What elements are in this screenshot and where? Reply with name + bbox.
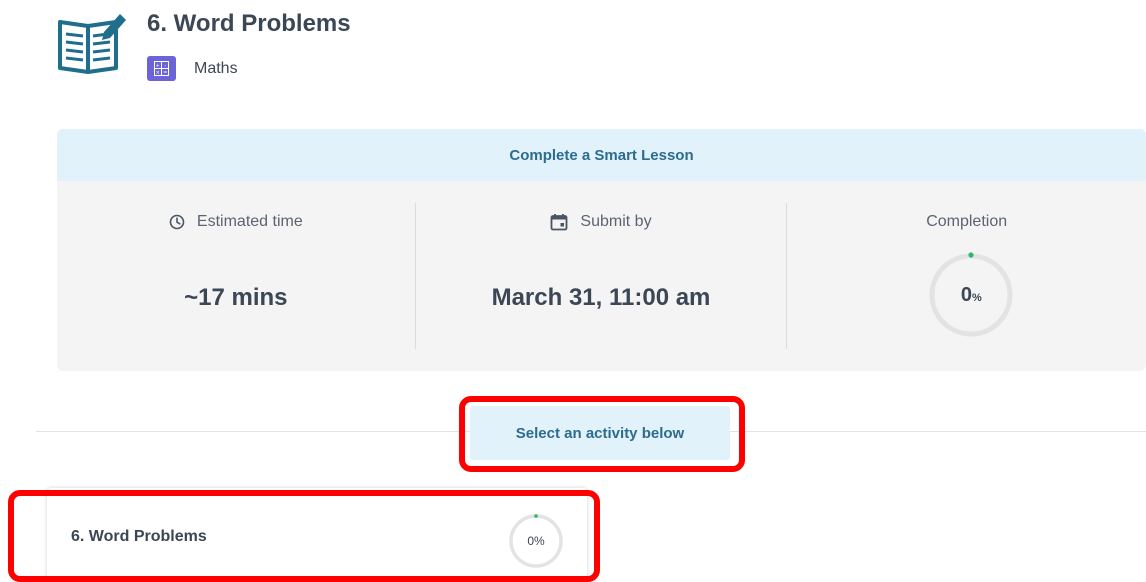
svg-text:-: - [164,63,166,69]
highlight-box [459,396,745,472]
clock-icon [169,214,185,230]
estimated-time-label: Estimated time [196,213,303,230]
completion-value: 0 [960,283,972,306]
completion-section: Completion 0 % [786,203,1146,349]
submit-by-value: March 31, 11:00 am [491,284,711,311]
completion-progress-ring: 0 % [927,251,1015,339]
page-title: 6. Word Problems [147,10,351,37]
svg-text:+: + [156,63,160,69]
submit-by-label: Submit by [580,213,652,230]
completion-unit: % [972,292,982,304]
highlight-box [8,490,600,582]
subject-tag: + - × = Maths [147,56,238,81]
summary-heading: Complete a Smart Lesson [57,129,1146,181]
estimated-time-section: Estimated time ~17 mins [57,203,415,349]
calculator-icon: + - × = [147,56,176,81]
subject-label: Maths [194,59,238,77]
book-pencil-icon [56,10,128,76]
lesson-summary-card: Complete a Smart Lesson Estimated time ~… [57,129,1146,371]
calendar-icon [551,214,568,231]
svg-text:=: = [163,70,167,76]
submit-by-section: Submit by March 31, 11:00 am [414,203,787,349]
estimated-time-value: ~17 mins [184,284,288,311]
svg-text:×: × [156,70,160,76]
completion-label: Completion [926,213,1008,230]
